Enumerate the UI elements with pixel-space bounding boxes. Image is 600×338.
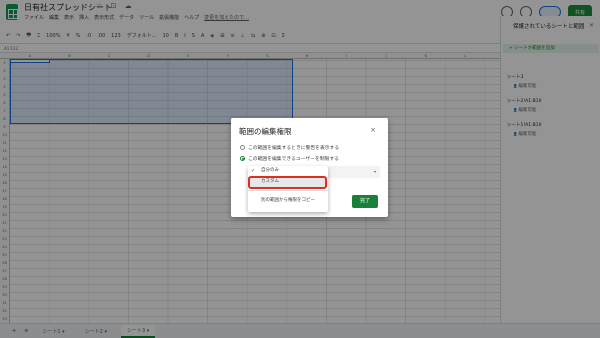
restrict-option-label: この範囲を編集できるユーザーを制限する — [248, 157, 339, 162]
warning-option[interactable]: この範囲を編集するときに警告を表示する — [240, 144, 339, 151]
item-label: 別の範囲から権限をコピー — [261, 198, 315, 203]
select-arrow-icon: ▾ — [373, 169, 376, 174]
radio-restrict[interactable] — [240, 156, 245, 161]
dialog-close-icon[interactable]: × — [370, 126, 376, 134]
item-label: 自分のみ — [261, 168, 279, 173]
dialog-title: 範囲の編集権限 — [239, 127, 292, 136]
done-button[interactable]: 完了 — [352, 195, 378, 208]
restrict-option[interactable]: この範囲を編集できるユーザーを制限する — [240, 155, 339, 162]
dropdown-item-copy-permissions[interactable]: 別の範囲から権限をコピー — [248, 196, 328, 206]
check-icon: ✓ — [251, 168, 256, 174]
dropdown-divider — [248, 190, 328, 191]
dropdown-item-only-me[interactable]: ✓ 自分のみ — [248, 166, 328, 176]
annotation-highlight-box — [248, 176, 327, 189]
warning-option-label: この範囲を編集するときに警告を表示する — [248, 146, 340, 151]
radio-warning[interactable] — [240, 145, 245, 150]
editor-dropdown-menu: ✓ 自分のみ カスタム 別の範囲から権限をコピー — [248, 166, 328, 212]
